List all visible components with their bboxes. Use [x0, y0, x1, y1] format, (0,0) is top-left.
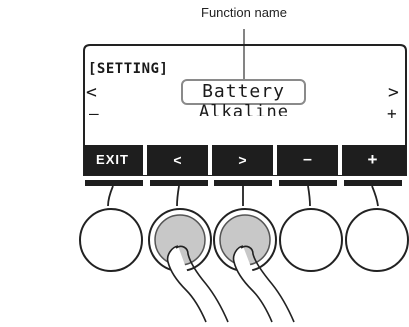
softkey-exit: EXIT	[96, 152, 129, 167]
softkey-right: >	[238, 152, 247, 168]
instruction-diagram: Function name [SETTING] < > – + Battery …	[0, 0, 409, 327]
button-cap	[279, 180, 337, 186]
lcd-value-left: –	[89, 104, 99, 123]
lcd-mode-label: [SETTING]	[88, 61, 169, 77]
softkey-left: <	[173, 152, 182, 168]
softkey-plus: +	[367, 150, 378, 169]
button-cap	[85, 180, 143, 186]
button-plus[interactable]	[345, 208, 409, 272]
button-connector	[371, 185, 379, 207]
button-cap	[150, 180, 208, 186]
button-minus[interactable]	[279, 208, 343, 272]
lcd-nav-left: <	[86, 82, 97, 103]
button-connector	[307, 185, 311, 207]
callout-label: Function name	[201, 5, 287, 20]
button-cap	[344, 180, 402, 186]
lcd-value-right: +	[387, 104, 397, 123]
lcd-nav-right: >	[388, 82, 399, 103]
button-exit[interactable]	[79, 208, 143, 272]
button-connector	[107, 185, 114, 207]
softkey-minus: –	[303, 151, 312, 168]
button-cap	[214, 180, 272, 186]
button-connector	[176, 185, 180, 207]
lcd-function-name: Battery	[181, 79, 306, 105]
lcd-function-value: Alkaline	[199, 104, 289, 116]
